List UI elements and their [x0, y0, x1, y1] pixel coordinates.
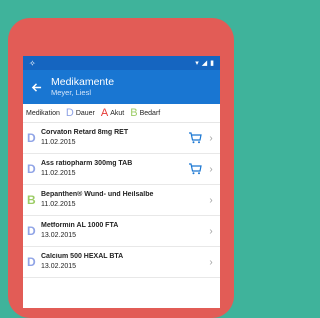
medication-name: Calcium 500 HEXAL BTA — [41, 252, 124, 260]
legend-dauer: D Dauer — [65, 106, 95, 119]
medication-type-code: B — [27, 193, 36, 207]
notification-icon: ✧ — [29, 58, 36, 68]
medication-date: 13.02.2015 — [41, 263, 77, 270]
legend-bedarf: B Bedarf — [130, 106, 161, 119]
chevron-right-icon: › — [209, 163, 213, 175]
app-bar: Medikamente Meyer, Liesl — [23, 70, 220, 104]
legend-code: D — [65, 106, 74, 119]
app-screen: ✧ ▾ ◢ ▮ Medikamente Meyer, Liesl Medikat… — [23, 56, 220, 308]
legend-text: Bedarf — [139, 109, 161, 117]
medication-type-code: D — [27, 131, 36, 145]
medication-name: Bepanthen® Wund- und Heilsalbe — [41, 190, 154, 198]
page-title: Medikamente — [51, 75, 115, 88]
medication-list: D Corvaton Retard 8mg RET 11.02.2015 › D… — [23, 123, 220, 278]
medication-row[interactable]: D Corvaton Retard 8mg RET 11.02.2015 › — [23, 123, 220, 154]
medication-name: Corvaton Retard 8mg RET — [41, 128, 129, 136]
medication-legend: Medikation D Dauer A Akut B Bedarf — [23, 104, 220, 123]
legend-text: Dauer — [75, 109, 95, 117]
medication-row[interactable]: B Bepanthen® Wund- und Heilsalbe 11.02.2… — [23, 185, 220, 216]
patient-name: Meyer, Liesl — [51, 88, 92, 98]
chevron-right-icon: › — [209, 132, 213, 144]
legend-label: Medikation — [26, 109, 60, 117]
medication-name: Metformin AL 1000 FTA — [41, 221, 119, 229]
medication-date: 11.02.2015 — [41, 139, 76, 146]
cart-icon[interactable] — [188, 163, 202, 175]
medication-row[interactable]: D Calcium 500 HEXAL BTA 13.02.2015 › — [23, 247, 220, 278]
chevron-right-icon: › — [209, 256, 213, 268]
chevron-right-icon: › — [209, 194, 213, 206]
back-button[interactable] — [29, 80, 43, 94]
chevron-right-icon: › — [209, 225, 213, 237]
legend-code: A — [100, 106, 109, 119]
medication-type-code: D — [27, 255, 36, 269]
medication-name: Ass ratiopharm 300mg TAB — [41, 159, 133, 167]
status-bar: ✧ ▾ ◢ ▮ — [23, 56, 220, 70]
wifi-icon: ▾ — [195, 60, 199, 67]
medication-type-code: D — [27, 162, 36, 176]
arrow-left-icon — [31, 82, 41, 92]
medication-date: 11.02.2015 — [41, 170, 76, 177]
medication-date: 13.02.2015 — [41, 232, 77, 239]
cart-icon[interactable] — [188, 132, 202, 144]
legend-akut: A Akut — [100, 106, 125, 119]
medication-row[interactable]: D Metformin AL 1000 FTA 13.02.2015 › — [23, 216, 220, 247]
signal-icon: ◢ — [201, 60, 208, 67]
medication-date: 11.02.2015 — [41, 201, 76, 208]
legend-text: Akut — [110, 109, 125, 117]
medication-row[interactable]: D Ass ratiopharm 300mg TAB 11.02.2015 › — [23, 154, 220, 185]
legend-code: B — [130, 106, 138, 119]
medication-type-code: D — [27, 224, 36, 238]
battery-icon: ▮ — [210, 60, 214, 67]
